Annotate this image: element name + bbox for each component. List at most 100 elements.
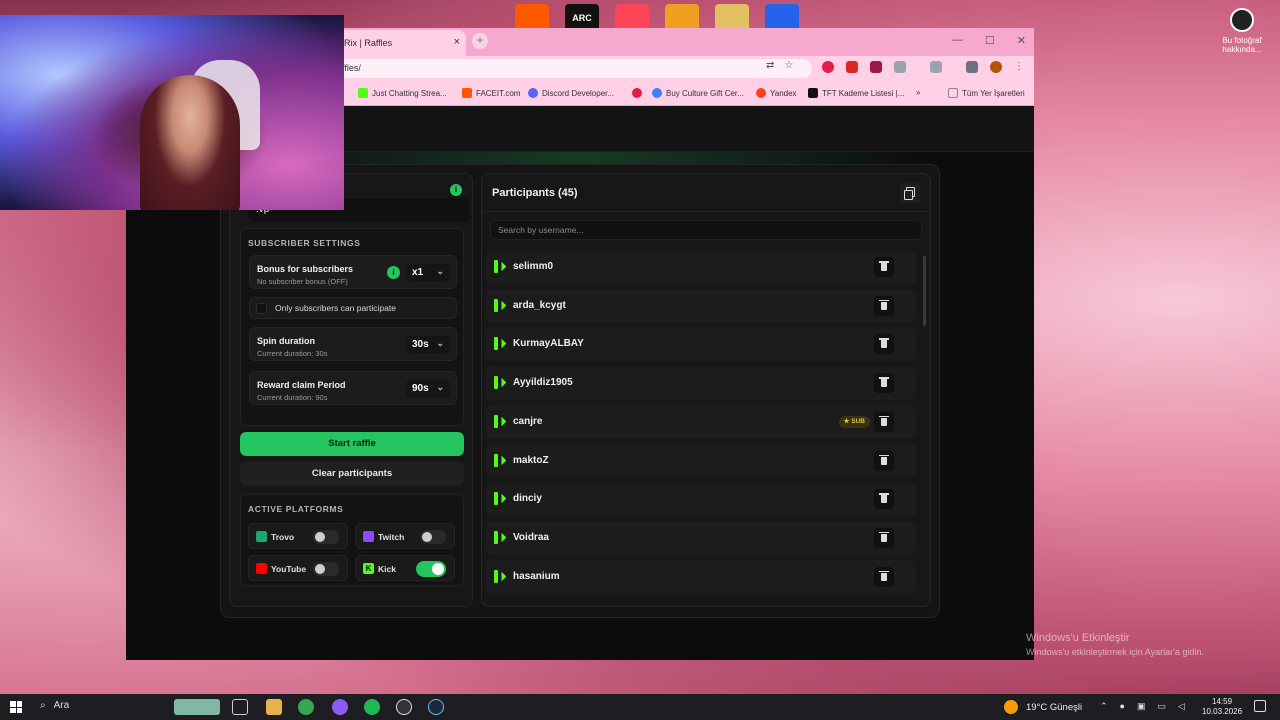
bookmark-item[interactable]: Yandex — [756, 88, 797, 98]
bookmark-item[interactable]: Buy Culture Gift Cer... — [652, 88, 744, 98]
profile-avatar-icon[interactable] — [990, 61, 1002, 73]
extension-icon[interactable] — [846, 61, 858, 73]
twitch-icon — [363, 531, 374, 542]
trash-icon[interactable] — [874, 450, 894, 471]
participant-row: Voidraa — [486, 520, 916, 555]
discord-icon[interactable] — [332, 699, 348, 715]
kick-icon — [494, 376, 506, 390]
clock[interactable]: 14:59 10.03.2026 — [1202, 697, 1242, 717]
info-icon[interactable]: i — [387, 266, 400, 279]
all-bookmarks-folder[interactable]: Tüm Yer İşaretleri — [948, 88, 1025, 98]
trash-icon[interactable] — [874, 566, 894, 587]
translate-icon[interactable]: ⇄ — [766, 60, 774, 71]
display-icon[interactable]: ▣ — [1137, 701, 1146, 712]
taskbar: ⌕ Ara 19°C Güneşli ⌃ ● ▣ ▭ ◁ 14:59 10.03… — [0, 694, 1280, 720]
kick-toggle[interactable] — [416, 561, 446, 577]
webcam-overlay — [0, 15, 344, 210]
bookmarks-overflow[interactable]: » — [916, 88, 920, 97]
desktop-photo-info[interactable]: Bu fotoğraf hakkında... — [1222, 8, 1262, 54]
participant-username: dinciy — [513, 493, 542, 505]
youtube-toggle[interactable] — [313, 562, 339, 576]
microphone-icon[interactable]: ● — [1120, 701, 1125, 712]
weather-widget[interactable]: 19°C Güneşli — [1004, 700, 1082, 714]
participant-row: canjre ★ SUB — [486, 404, 916, 439]
trash-icon[interactable] — [874, 257, 894, 277]
scrollbar[interactable] — [923, 256, 926, 326]
taskbar-search[interactable]: ⌕ Ara — [40, 700, 69, 711]
bookmark-item[interactable] — [632, 88, 646, 98]
participant-username: arda_kcygt — [513, 299, 566, 311]
kick-icon: K — [363, 563, 374, 574]
tab-title: Rix | Raffles — [344, 38, 393, 48]
participant-username: selimm0 — [513, 261, 554, 272]
chevron-up-icon[interactable]: ⌃ — [1100, 701, 1108, 712]
participant-username: maktoZ — [513, 454, 549, 466]
copy-icon[interactable] — [900, 183, 920, 203]
file-explorer-icon[interactable] — [266, 699, 282, 715]
trash-icon[interactable] — [874, 334, 894, 355]
steam-icon[interactable] — [428, 699, 444, 715]
minimize-icon[interactable]: — — [952, 34, 963, 47]
raffle-container: i !vp SUBSCRIBER SETTINGS Bonus for subs… — [220, 164, 940, 618]
trash-icon[interactable] — [874, 295, 894, 316]
kick-icon — [494, 298, 506, 312]
bookmark-item[interactable]: TFT Kademe Listesi |... — [808, 88, 904, 98]
sidebar-icon[interactable] — [930, 61, 942, 73]
trovo-toggle[interactable] — [313, 530, 339, 544]
bookmark-item[interactable]: Just Chatting Strea... — [358, 88, 447, 98]
spotify-icon[interactable] — [364, 699, 380, 715]
only-subscribers-checkbox[interactable] — [256, 302, 267, 314]
obs-icon[interactable] — [396, 699, 412, 715]
start-raffle-button[interactable]: Start raffle — [240, 432, 464, 456]
menu-icon[interactable]: ⋮ — [1014, 61, 1026, 73]
window-controls: — ☐ ✕ — [952, 34, 1026, 47]
trash-icon[interactable] — [874, 527, 894, 548]
tab-raffles[interactable]: Rix | Raffles × — [338, 30, 466, 56]
participants-header: Participants (45) — [482, 174, 930, 212]
camera-icon — [1230, 8, 1254, 32]
kick-icon — [494, 260, 506, 273]
maximize-icon[interactable]: ☐ — [985, 34, 995, 47]
bonus-multiplier-select[interactable]: x1 ⌄ — [406, 264, 450, 282]
extension-icon[interactable] — [870, 61, 882, 73]
youtube-icon — [256, 563, 267, 574]
address-bar[interactable]: ffles/ — [332, 59, 812, 78]
sub-badge: ★ SUB — [838, 415, 870, 428]
task-view-icon[interactable] — [232, 699, 248, 715]
kick-icon — [494, 530, 506, 544]
windows-start-icon[interactable] — [10, 701, 22, 713]
twitch-toggle[interactable] — [420, 530, 446, 544]
bookmark-item[interactable]: Discord Developer... — [528, 88, 614, 98]
kick-icon — [494, 453, 506, 467]
participant-row: dinciy — [486, 482, 916, 517]
download-icon[interactable] — [966, 61, 978, 73]
participant-username: hasanium — [513, 570, 560, 582]
search-highlight-icon[interactable] — [174, 699, 220, 715]
close-window-icon[interactable]: ✕ — [1017, 34, 1026, 47]
info-icon[interactable]: i — [450, 184, 462, 196]
close-tab-icon[interactable]: × — [454, 36, 460, 48]
trash-icon[interactable] — [874, 489, 894, 510]
trash-icon[interactable] — [874, 411, 894, 432]
platform-trovo: Trovo — [248, 523, 348, 549]
claim-period-select[interactable]: 90s ⌄ — [406, 380, 450, 398]
bookmark-star-icon[interactable]: ☆ — [784, 60, 793, 71]
volume-icon[interactable]: ◁ — [1178, 701, 1185, 712]
new-tab-button[interactable]: + — [472, 33, 488, 49]
trash-icon[interactable] — [874, 373, 894, 394]
extension-icon[interactable] — [822, 61, 834, 73]
only-subscribers-option[interactable]: Only subscribers can participate — [249, 297, 457, 319]
participant-row: selimm0 — [486, 250, 916, 284]
clear-participants-button[interactable]: Clear participants — [240, 462, 464, 486]
network-icon[interactable]: ▭ — [1158, 701, 1167, 712]
puzzle-icon[interactable] — [894, 61, 906, 73]
participants-panel: Participants (45) Search by username... … — [481, 173, 931, 607]
participant-row: Ayyildiz1905 — [486, 366, 916, 401]
participant-search-input[interactable]: Search by username... — [490, 220, 922, 240]
notification-icon[interactable] — [1254, 700, 1266, 712]
participant-username: Ayyildiz1905 — [513, 377, 573, 389]
claim-period-setting: Reward claim Period Current duration: 90… — [249, 371, 457, 405]
bookmark-item[interactable]: FACEIT.com — [462, 88, 520, 98]
spin-duration-select[interactable]: 30s ⌄ — [406, 336, 450, 354]
chrome-icon[interactable] — [298, 699, 314, 715]
